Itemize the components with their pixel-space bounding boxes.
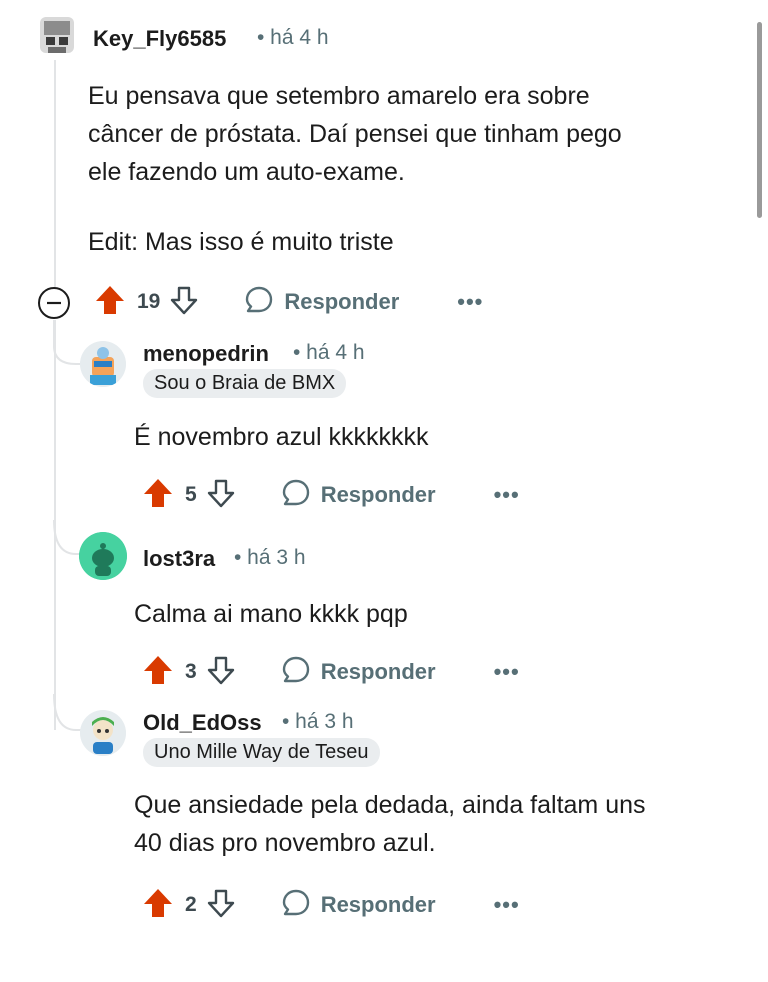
downvote-arrow-icon[interactable]: [168, 284, 200, 321]
thread-connectors: [53, 320, 84, 731]
comment-bubble-icon: [281, 888, 311, 923]
user-flair: Uno Mille Way de Teseu: [143, 738, 380, 767]
reply-button[interactable]: Responder: [281, 888, 436, 923]
timestamp: • há 4 h: [293, 341, 365, 364]
comment-body-line: Eu pensava que setembro amarelo era sobr…: [88, 82, 590, 110]
vote-count: 2: [185, 893, 197, 916]
more-options-icon[interactable]: •••: [494, 659, 520, 685]
scrollbar[interactable]: [757, 22, 762, 218]
user-flair: Sou o Braia de BMX: [143, 369, 347, 398]
comment-body-line: 40 dias pro novembro azul.: [134, 829, 436, 857]
comment-body-line: É novembro azul kkkkkkkk: [134, 423, 429, 451]
comment-body-line: [88, 191, 728, 223]
comment-body: Eu pensava que setembro amarelo era sobr…: [88, 77, 728, 261]
comment-body-line: Edit: Mas isso é muito triste: [88, 228, 394, 256]
comment-bubble-icon: [281, 655, 311, 690]
more-options-icon[interactable]: •••: [494, 482, 520, 508]
reply-button[interactable]: Responder: [244, 285, 399, 320]
reply-label: Responder: [320, 659, 436, 684]
username[interactable]: lost3ra: [143, 546, 215, 572]
comment-actions: 3 Responder •••: [141, 652, 520, 692]
thread-line-main: [54, 60, 56, 288]
comment-body-line: Que ansiedade pela dedada, ainda faltam …: [134, 791, 646, 819]
avatar[interactable]: [80, 341, 126, 387]
reply-label: Responder: [320, 892, 436, 917]
downvote-arrow-icon[interactable]: [205, 887, 237, 924]
comment-body: É novembro azul kkkkkkkk: [134, 418, 734, 456]
comment-bubble-icon: [281, 478, 311, 513]
upvote-arrow-icon[interactable]: [141, 476, 175, 515]
vote-count: 5: [185, 483, 197, 506]
comment-actions: 2 Responder •••: [141, 885, 520, 925]
comment-body-line: câncer de próstata. Daí pensei que tinha…: [88, 120, 622, 148]
reply-label: Responder: [284, 289, 400, 314]
avatar[interactable]: [79, 532, 127, 580]
upvote-arrow-icon[interactable]: [141, 886, 175, 925]
collapse-minus-icon[interactable]: [37, 286, 71, 325]
downvote-arrow-icon[interactable]: [205, 477, 237, 514]
comment-body-line: Calma ai mano kkkk pqp: [134, 600, 408, 628]
reply-button[interactable]: Responder: [281, 655, 436, 690]
comment-bubble-icon: [244, 285, 274, 320]
avatar[interactable]: [80, 710, 126, 756]
reply-button[interactable]: Responder: [281, 478, 436, 513]
comment-actions: 19 Responder •••: [93, 282, 483, 322]
username[interactable]: Key_Fly6585: [93, 26, 226, 52]
username[interactable]: Old_EdOss: [143, 710, 262, 736]
vote-count: 19: [137, 290, 161, 313]
upvote-arrow-icon[interactable]: [141, 653, 175, 692]
comment-body-line: ele fazendo um auto-exame.: [88, 158, 405, 186]
downvote-arrow-icon[interactable]: [205, 654, 237, 691]
avatar[interactable]: [34, 13, 80, 59]
upvote-arrow-icon[interactable]: [93, 283, 127, 322]
more-options-icon[interactable]: •••: [457, 289, 483, 315]
comment-actions: 5 Responder •••: [141, 475, 520, 515]
comment-body: Calma ai mano kkkk pqp: [134, 595, 734, 633]
timestamp: • há 3 h: [282, 710, 354, 733]
timestamp: • há 3 h: [234, 546, 306, 569]
username[interactable]: menopedrin: [143, 341, 269, 367]
timestamp: • há 4 h: [257, 26, 329, 49]
vote-count: 3: [185, 660, 197, 683]
comment-body: Que ansiedade pela dedada, ainda faltam …: [134, 786, 754, 862]
more-options-icon[interactable]: •••: [494, 892, 520, 918]
reply-label: Responder: [320, 482, 436, 507]
